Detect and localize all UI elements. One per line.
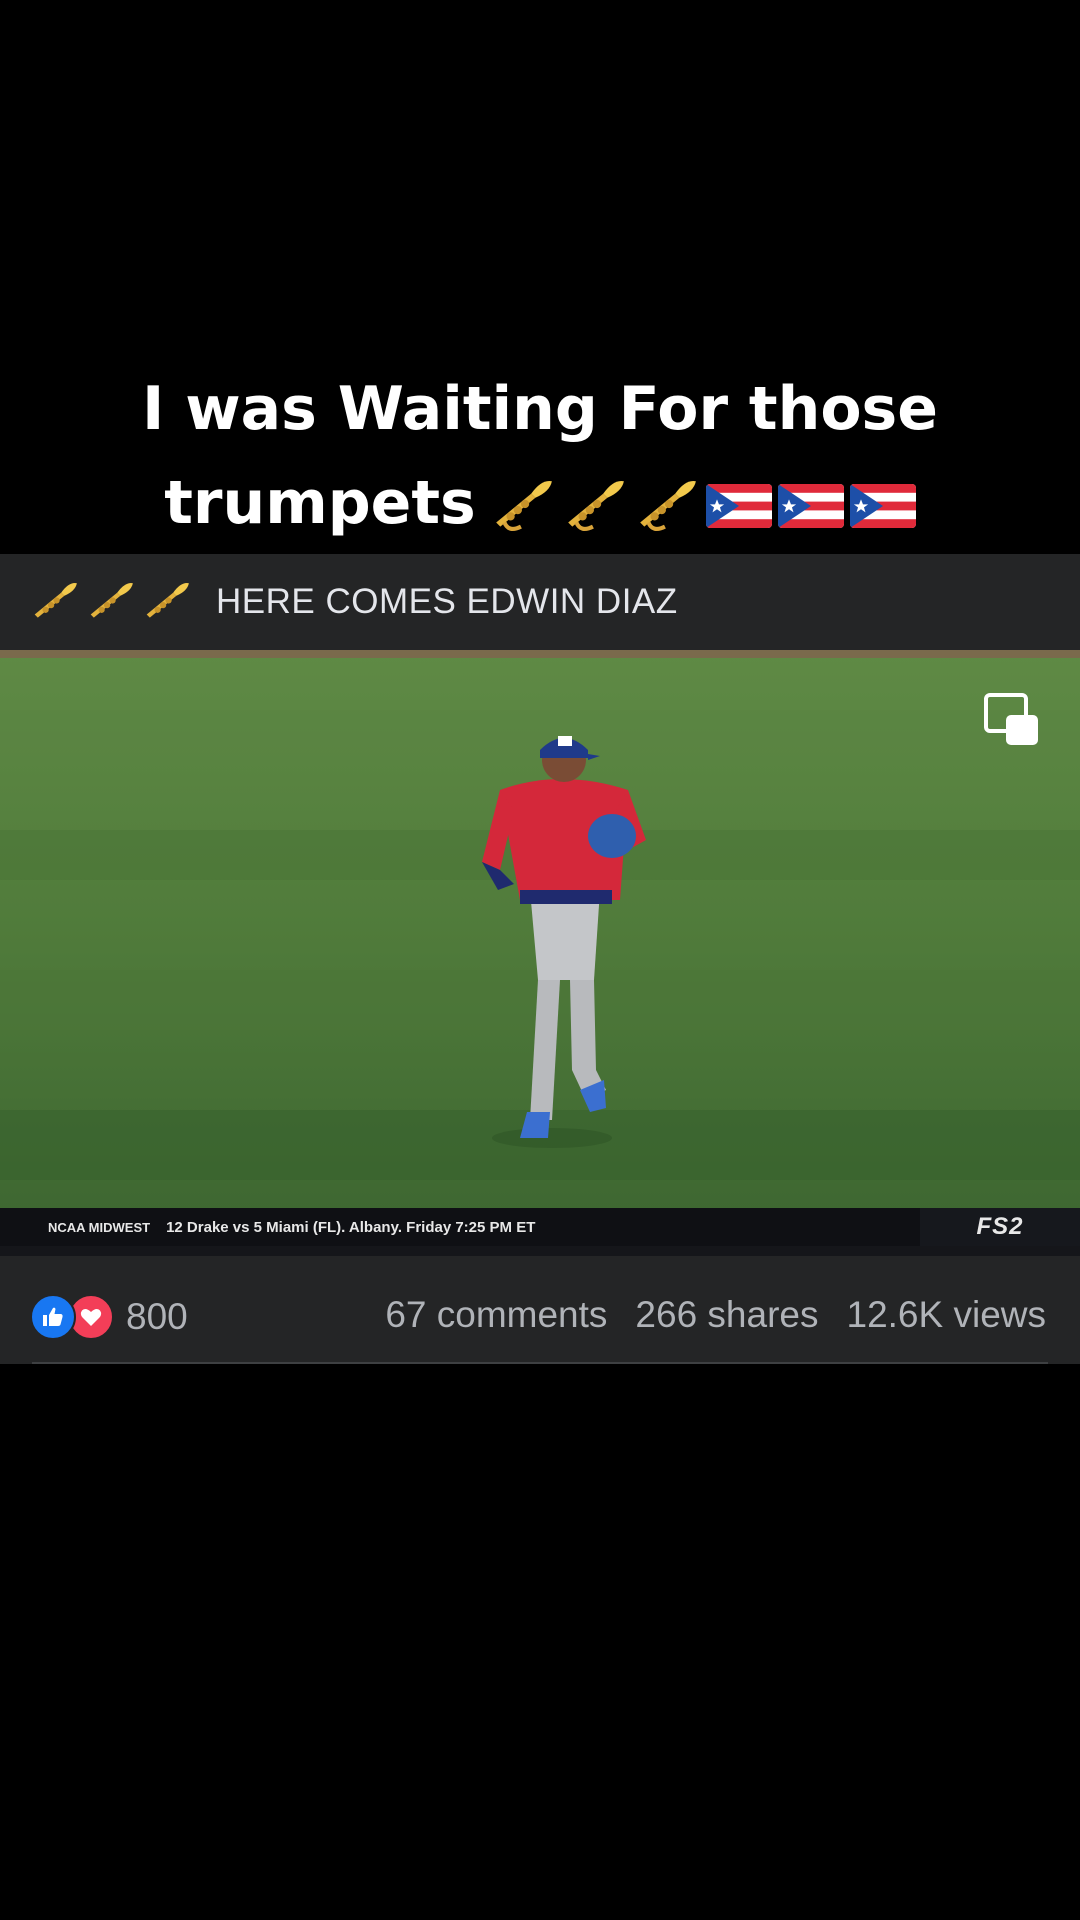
trumpet-icon	[567, 481, 624, 532]
comments-count[interactable]: 67 comments	[385, 1294, 607, 1336]
views-count: 12.6K views	[846, 1294, 1047, 1335]
divider	[32, 1362, 1048, 1364]
broadcast-ticker: NCAA MIDWEST 12 Drake vs 5 Miami (FL). A…	[0, 1208, 1080, 1246]
video-frame	[0, 650, 1080, 1246]
post-header: HERE COMES EDWIN DIAZ	[0, 554, 1080, 650]
like-icon	[30, 1294, 76, 1340]
reactions-summary[interactable]: 800	[30, 1294, 188, 1340]
trumpet-icon	[639, 481, 696, 532]
video-bottom-strip	[0, 1246, 1080, 1256]
engagement-bar: 800 67 comments 266 shares 12.6K views	[0, 1256, 1080, 1364]
caption-line-2-text: trumpets	[164, 468, 476, 538]
puerto-rico-flag-icon	[777, 484, 844, 529]
caption-line-1: I was Waiting For those	[142, 374, 938, 444]
post-text: HERE COMES EDWIN DIAZ	[216, 582, 678, 621]
network-logo: FS2	[920, 1208, 1080, 1246]
ticker-label: NCAA MIDWEST	[48, 1219, 151, 1235]
trumpet-icon	[146, 583, 189, 618]
caption-line-2: trumpets	[60, 456, 1020, 550]
shares-count[interactable]: 266 shares	[635, 1294, 818, 1336]
puerto-rico-flag-icon	[705, 484, 772, 529]
video-caption: I was Waiting For those trumpets	[60, 362, 1020, 550]
trumpet-icon	[90, 583, 133, 618]
trumpet-icon	[34, 583, 77, 618]
header-emoji-row	[30, 577, 192, 627]
reaction-count: 800	[126, 1296, 188, 1337]
ticker-info: 12 Drake vs 5 Miami (FL). Albany. Friday…	[166, 1218, 536, 1236]
trumpet-icon	[495, 481, 552, 532]
caption-emoji-row	[490, 473, 916, 539]
puerto-rico-flag-icon	[849, 484, 916, 529]
engagement-counts: 67 comments 266 shares 12.6K views	[385, 1294, 1046, 1336]
video-player[interactable]: NCAA MIDWEST 12 Drake vs 5 Miami (FL). A…	[0, 650, 1080, 1246]
picture-in-picture-icon[interactable]	[984, 693, 1040, 747]
